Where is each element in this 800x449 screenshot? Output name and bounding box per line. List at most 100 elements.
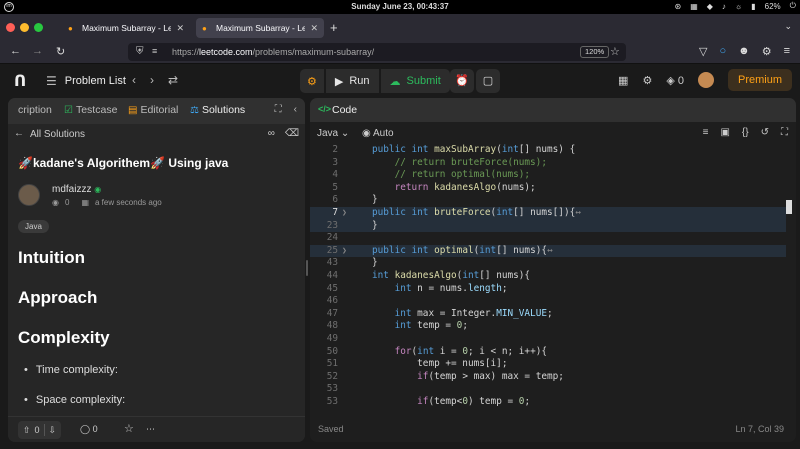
editor-scrollbar-thumb[interactable]	[786, 200, 792, 214]
code-line[interactable]: 6}	[310, 194, 786, 207]
fullscreen-icon[interactable]: ⛶	[781, 127, 788, 138]
format-braces-icon[interactable]: {}	[742, 127, 749, 138]
next-problem-icon[interactable]: ›	[150, 73, 154, 87]
tab-list-chevron-icon[interactable]: ⌄	[784, 21, 792, 32]
share-link-icon[interactable]: ∞	[268, 128, 275, 139]
auto-mode-toggle[interactable]: ◉ Auto	[362, 128, 394, 139]
leetcode-logo-icon[interactable]: ᑎ	[14, 72, 26, 90]
close-tab-icon[interactable]: ✕	[176, 23, 184, 34]
minimize-window-button[interactable]	[20, 23, 29, 32]
fold-chevron-icon[interactable]: ❯	[342, 245, 347, 258]
downvote-icon[interactable]: ⇩	[49, 425, 57, 436]
tab-description[interactable]: cription	[18, 104, 52, 116]
code-line[interactable]: 53	[310, 383, 786, 396]
code-line[interactable]: 52 if(temp > max) max = temp;	[310, 371, 786, 384]
language-select[interactable]: Java ⌄	[317, 128, 349, 139]
more-options-icon[interactable]: ⋯	[146, 424, 155, 435]
maximize-window-button[interactable]	[34, 23, 43, 32]
author-name[interactable]: mdfaizzz ◉	[52, 184, 101, 195]
code-line[interactable]: 24	[310, 232, 786, 245]
editor-status-bar: Saved Ln 7, Col 39	[310, 418, 796, 442]
code-line[interactable]: 5 return kadanesAlgo(nums);	[310, 182, 786, 195]
notes-button[interactable]: ▢	[476, 69, 500, 93]
close-tab-icon[interactable]: ✕	[310, 23, 318, 34]
tab-solutions[interactable]: ⚖ Solutions	[190, 104, 245, 116]
battery-icon[interactable]: ▮	[751, 2, 755, 11]
code-line[interactable]: 46	[310, 295, 786, 308]
run-button[interactable]: ▶ Run	[325, 69, 379, 93]
network-icon[interactable]: ▦	[690, 2, 698, 11]
problem-list-button[interactable]: ☰ Problem List	[46, 74, 126, 88]
zoom-level-badge[interactable]: 120%	[580, 46, 610, 58]
fold-chevron-icon[interactable]: ❯	[342, 207, 347, 220]
code-line[interactable]: 44 int kadanesAlgo(int[] nums){	[310, 270, 786, 283]
shield-icon[interactable]: ⛨	[136, 46, 144, 57]
tab-editorial[interactable]: ▤ Editorial	[128, 104, 178, 116]
user-avatar[interactable]	[697, 72, 714, 88]
code-line[interactable]: 23}	[310, 219, 786, 233]
comments-button[interactable]: ◯ 0	[80, 424, 98, 435]
timer-button[interactable]: ⏰	[450, 69, 474, 93]
favorite-star-icon[interactable]: ☆	[124, 422, 134, 435]
bluetooth-icon[interactable]: ⊛	[674, 2, 681, 11]
site-lock-icon[interactable]: ≡	[152, 46, 157, 56]
brightness-icon[interactable]: ☼	[735, 2, 742, 11]
collapse-panel-icon[interactable]: ‹	[294, 104, 297, 115]
volume-icon[interactable]: ♪	[722, 2, 726, 11]
pocket-icon[interactable]: ▽	[699, 45, 707, 58]
url-text[interactable]: https://leetcode.com/problems/maximum-su…	[172, 47, 374, 57]
layout-grid-icon[interactable]: ▦	[618, 74, 628, 87]
menu-icon[interactable]: ≡	[784, 45, 790, 58]
wifi-icon[interactable]: ◆	[707, 2, 713, 11]
shuffle-icon[interactable]: ⇄	[168, 73, 178, 87]
address-bar[interactable]: ⛨ ≡ https://leetcode.com/problems/maximu…	[128, 43, 626, 61]
language-tag[interactable]: Java	[18, 220, 49, 233]
submit-button[interactable]: ☁ Submit	[380, 69, 450, 93]
notes-list-icon[interactable]: ≡	[703, 127, 709, 138]
extension-circle-icon[interactable]: ○	[719, 45, 726, 58]
code-line[interactable]: 49	[310, 333, 786, 346]
maximize-panel-icon[interactable]: ⛶	[275, 104, 282, 115]
code-line[interactable]: 4 // return optimal(nums);	[310, 169, 786, 182]
settings-gear-icon[interactable]: ⚙	[642, 74, 652, 87]
folded-region-icon[interactable]: ↔	[575, 207, 581, 218]
debug-button[interactable]: ⚙	[300, 69, 324, 93]
code-editor-last-line[interactable]: 53 if(temp<0) temp = 0;	[310, 396, 786, 410]
browser-tab-1[interactable]: ● Maximum Subarray - LeetCo ✕	[62, 18, 190, 38]
upvote-icon[interactable]: ⇧	[23, 425, 31, 436]
folded-region-icon[interactable]: ↔	[547, 245, 553, 256]
delete-icon[interactable]: ⌫	[285, 128, 299, 139]
all-solutions-link[interactable]: All Solutions	[30, 129, 85, 140]
code-line[interactable]: 25 ❯ public int optimal(int[] nums){↔	[310, 244, 786, 258]
back-arrow-icon[interactable]: ←	[10, 45, 21, 57]
browser-tab-2[interactable]: ● Maximum Subarray - LeetCo ✕	[196, 18, 324, 38]
code-line[interactable]: 50 for(int i = 0; i < n; i++){	[310, 346, 786, 359]
author-avatar[interactable]	[18, 184, 40, 206]
extensions-icon[interactable]: ⚙	[762, 45, 772, 58]
back-arrow-icon[interactable]: ←	[14, 128, 24, 139]
prev-problem-icon[interactable]: ‹	[132, 73, 136, 87]
account-icon[interactable]: ☻	[738, 45, 750, 58]
bookmark-star-icon[interactable]: ☆	[610, 45, 620, 58]
reset-code-icon[interactable]: ↺	[761, 127, 769, 138]
code-line[interactable]: 43}	[310, 257, 786, 270]
bookmark-icon[interactable]: ▣	[720, 127, 729, 138]
close-window-button[interactable]	[6, 23, 15, 32]
panel-resize-handle[interactable]	[306, 260, 308, 276]
code-editor[interactable]: 2 public int maxSubArray(int[] nums) { 3 …	[310, 144, 786, 410]
code-line[interactable]: 3 // return bruteForce(nums);	[310, 157, 786, 170]
code-line[interactable]: 51 temp += nums[i];	[310, 358, 786, 371]
code-line[interactable]: 53 if(temp<0) temp = 0;	[310, 396, 786, 409]
new-tab-button[interactable]: +	[330, 20, 338, 35]
code-line[interactable]: 47 int max = Integer.MIN_VALUE;	[310, 308, 786, 321]
power-icon[interactable]: ⏻	[790, 1, 796, 11]
premium-button[interactable]: Premium	[727, 69, 792, 91]
code-line[interactable]: 48 int temp = 0;	[310, 320, 786, 333]
code-line-current[interactable]: 7 ❯ public int bruteForce(int[] nums[]){↔	[310, 206, 786, 220]
code-line[interactable]: 45 int n = nums.length;	[310, 283, 786, 296]
reload-icon[interactable]: ↻	[56, 45, 65, 58]
code-line[interactable]: 2 public int maxSubArray(int[] nums) {	[310, 144, 786, 157]
streak-counter[interactable]: ◈ 0	[666, 74, 684, 87]
forward-arrow-icon[interactable]: →	[32, 45, 43, 57]
tab-testcase[interactable]: ☑ Testcase	[64, 104, 117, 116]
